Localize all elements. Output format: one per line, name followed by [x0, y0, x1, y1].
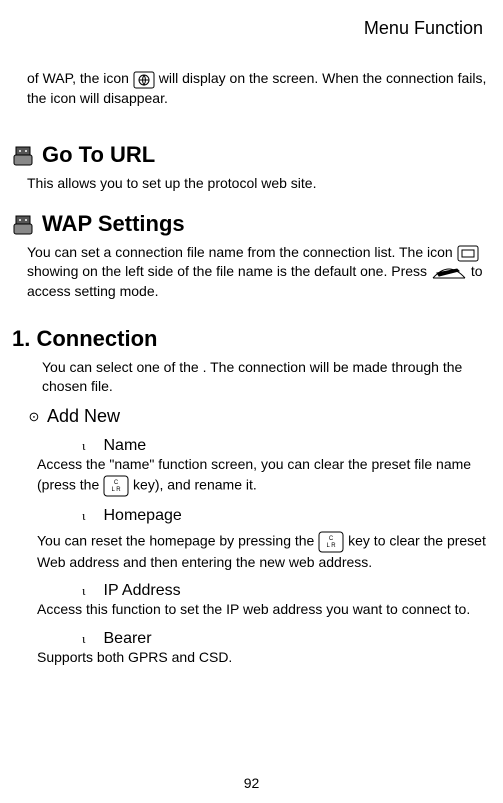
homepage-item: ι Homepage [82, 507, 491, 525]
name-desc: Access the "name" function screen, you c… [37, 455, 491, 497]
bearer-desc: Supports both GPRS and CSD. [37, 648, 491, 668]
page-number: 92 [0, 775, 503, 791]
list-marker-icon: ι [82, 438, 86, 454]
connection-heading: 1. Connection [12, 326, 491, 352]
go-to-url-desc: This allows you to set up the protocol w… [27, 174, 491, 193]
wap-settings-desc: You can set a connection file name from … [27, 243, 491, 302]
homepage-desc-part1: You can reset the homepage by pressing t… [37, 532, 314, 548]
wap-desc-part1: You can set a connection file name from … [27, 244, 453, 260]
svg-text:L R: L R [327, 543, 337, 549]
ip-item: ι IP Address [82, 582, 491, 600]
add-new-label: Add New [47, 406, 120, 427]
name-desc-part2: key), and rename it. [133, 476, 257, 492]
clr-key-icon: CL R [318, 531, 344, 553]
clr-key-icon: CL R [103, 475, 129, 497]
list-marker-icon: ι [82, 508, 86, 524]
go-to-url-heading-text: Go To URL [42, 142, 155, 168]
pencil-key-icon [431, 263, 467, 282]
svg-text:C: C [114, 480, 119, 486]
list-marker-icon: ι [82, 583, 86, 599]
wap-desc-part2: showing on the left side of the file nam… [27, 263, 427, 279]
name-item: ι Name [82, 437, 491, 455]
go-to-url-heading: Go To URL [12, 142, 491, 168]
header-title: Menu Function [12, 18, 491, 39]
wap-settings-heading-text: WAP Settings [42, 211, 185, 237]
homepage-label: Homepage [104, 507, 182, 525]
wap-globe-icon [133, 70, 155, 89]
intro-part1: of WAP, the icon [27, 70, 129, 86]
wap-section-icon [12, 211, 36, 237]
connection-desc: You can select one of the . The connecti… [42, 358, 491, 396]
url-section-icon [12, 142, 36, 168]
wap-settings-heading: WAP Settings [12, 211, 491, 237]
add-new-heading: ⊙ Add New [27, 406, 491, 427]
svg-text:L R: L R [112, 487, 122, 493]
name-label: Name [104, 437, 147, 455]
list-marker-icon: ι [82, 631, 86, 647]
ip-desc: Access this function to set the IP web a… [37, 600, 491, 620]
svg-text:C: C [329, 536, 334, 542]
connection-box-icon [457, 244, 479, 263]
intro-paragraph: of WAP, the icon will display on the scr… [27, 69, 491, 108]
ip-label: IP Address [104, 582, 181, 600]
circle-dot-icon: ⊙ [27, 409, 41, 425]
homepage-desc: You can reset the homepage by pressing t… [37, 531, 491, 573]
bearer-label: Bearer [104, 630, 152, 648]
bearer-item: ι Bearer [82, 630, 491, 648]
